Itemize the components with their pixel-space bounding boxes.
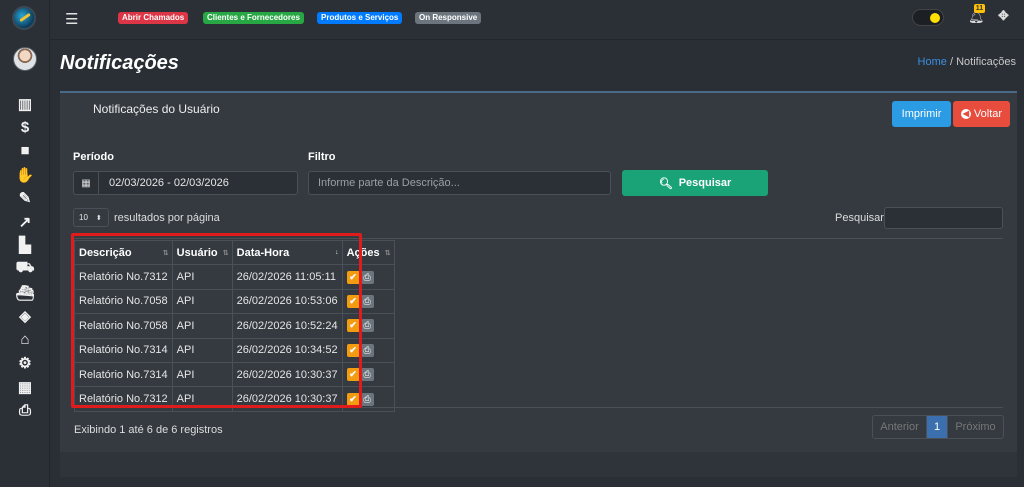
card-footer (60, 452, 1017, 477)
badge-produtos-servicos[interactable]: Produtos e Serviços (317, 12, 403, 24)
highlight-box (71, 233, 362, 408)
print-icon[interactable]: ⎙ (360, 270, 374, 284)
badge-abrir-chamados[interactable]: Abrir Chamados (118, 12, 189, 24)
filter-input[interactable]: Informe parte da Descrição... (308, 171, 611, 195)
theme-toggle[interactable] (912, 9, 944, 26)
page-length-value: 10 (79, 213, 88, 222)
print-icon[interactable]: ⎙ (360, 368, 374, 382)
menu-toggle-icon[interactable]: ☰ (65, 10, 78, 28)
sidebar-menu: ▥ $ ■ ✋ ✎ ↗ ▙ ⛟ ⛴ ◈ ⌂ ⚙ ▦ ⎙ (0, 92, 50, 422)
back-button-label: Voltar (973, 108, 1003, 120)
search-button[interactable]: 🔍︎ Pesquisar (622, 170, 768, 196)
table-search-label: Pesquisar (835, 212, 884, 224)
back-button[interactable]: ◀ Voltar (953, 101, 1010, 127)
print-icon[interactable]: ⎙ (360, 392, 374, 406)
cogs-icon[interactable]: ⚙ (0, 352, 50, 376)
pagination: Anterior 1 Próximo (872, 415, 1004, 439)
print-icon[interactable]: ⎙ (360, 319, 374, 333)
badge-on-responsive[interactable]: On Responsive (415, 12, 482, 24)
user-avatar[interactable] (13, 47, 37, 71)
fullscreen-icon[interactable]: ✥ (998, 8, 1009, 24)
pagination-page-1[interactable]: 1 (927, 416, 948, 438)
sidebar: ▥ $ ■ ✋ ✎ ↗ ▙ ⛟ ⛴ ◈ ⌂ ⚙ ▦ ⎙ (0, 0, 50, 487)
edit-icon[interactable]: ✎ (0, 186, 50, 210)
breadcrumb: Home / Notificações (918, 56, 1016, 68)
search-button-label: Pesquisar (678, 177, 732, 189)
top-navbar: ☰ Abrir Chamados Clientes e Fornecedores… (50, 0, 1024, 40)
period-date-range[interactable]: ▦ 02/03/2026 - 02/03/2026 (73, 171, 298, 195)
table-info: Exibindo 1 até 6 de 6 registros (74, 424, 223, 436)
ship-icon[interactable]: ⛴ (0, 281, 50, 305)
page-length-suffix: resultados por página (114, 212, 220, 224)
breadcrumb-home[interactable]: Home (918, 56, 947, 68)
sort-icon: ⇅ (384, 250, 391, 257)
print-icon[interactable]: ⎙ (360, 343, 374, 357)
chart-line-icon[interactable]: ↗ (0, 210, 50, 234)
app-logo[interactable] (12, 6, 36, 30)
dollar-icon[interactable]: $ (0, 116, 50, 140)
card-title: Notificações do Usuário (93, 102, 220, 116)
bank-icon[interactable]: ⌂ (0, 328, 50, 352)
pagination-next[interactable]: Próximo (948, 416, 1003, 438)
print-icon[interactable]: ⎙ (0, 399, 50, 423)
page-title: Notificações (60, 52, 179, 74)
briefcase-icon[interactable]: ■ (0, 139, 50, 163)
period-value: 02/03/2026 - 02/03/2026 (109, 177, 229, 189)
print-button[interactable]: Imprimir (892, 101, 951, 127)
breadcrumb-separator: / (949, 56, 954, 68)
notification-count-badge: 11 (974, 4, 985, 13)
search-icon: 🔍︎ (658, 177, 673, 190)
cart-icon[interactable]: ⛟ (0, 257, 50, 281)
calendar-icon: ▦ (74, 172, 99, 194)
filter-label: Filtro (308, 151, 336, 163)
print-icon[interactable]: ⎙ (360, 294, 374, 308)
cube-icon[interactable]: ◈ (0, 304, 50, 328)
badge-clientes-fornecedores[interactable]: Clientes e Fornecedores (203, 12, 304, 24)
arrow-left-circle-icon: ◀ (960, 109, 971, 119)
table-icon[interactable]: ▦ (0, 375, 50, 399)
table-search-input[interactable] (884, 207, 1003, 229)
breadcrumb-current: Notificações (956, 56, 1016, 68)
period-label: Período (73, 151, 114, 163)
handshake-icon[interactable]: ✋ (0, 163, 50, 187)
industry-icon[interactable]: ▙ (0, 234, 50, 258)
page-length-select[interactable]: 10 ⬍ (73, 208, 109, 227)
pagination-prev[interactable]: Anterior (873, 416, 927, 438)
barcode-icon[interactable]: ▥ (0, 92, 50, 116)
select-arrows-icon: ⬍ (95, 214, 102, 222)
toggle-knob (930, 13, 940, 23)
